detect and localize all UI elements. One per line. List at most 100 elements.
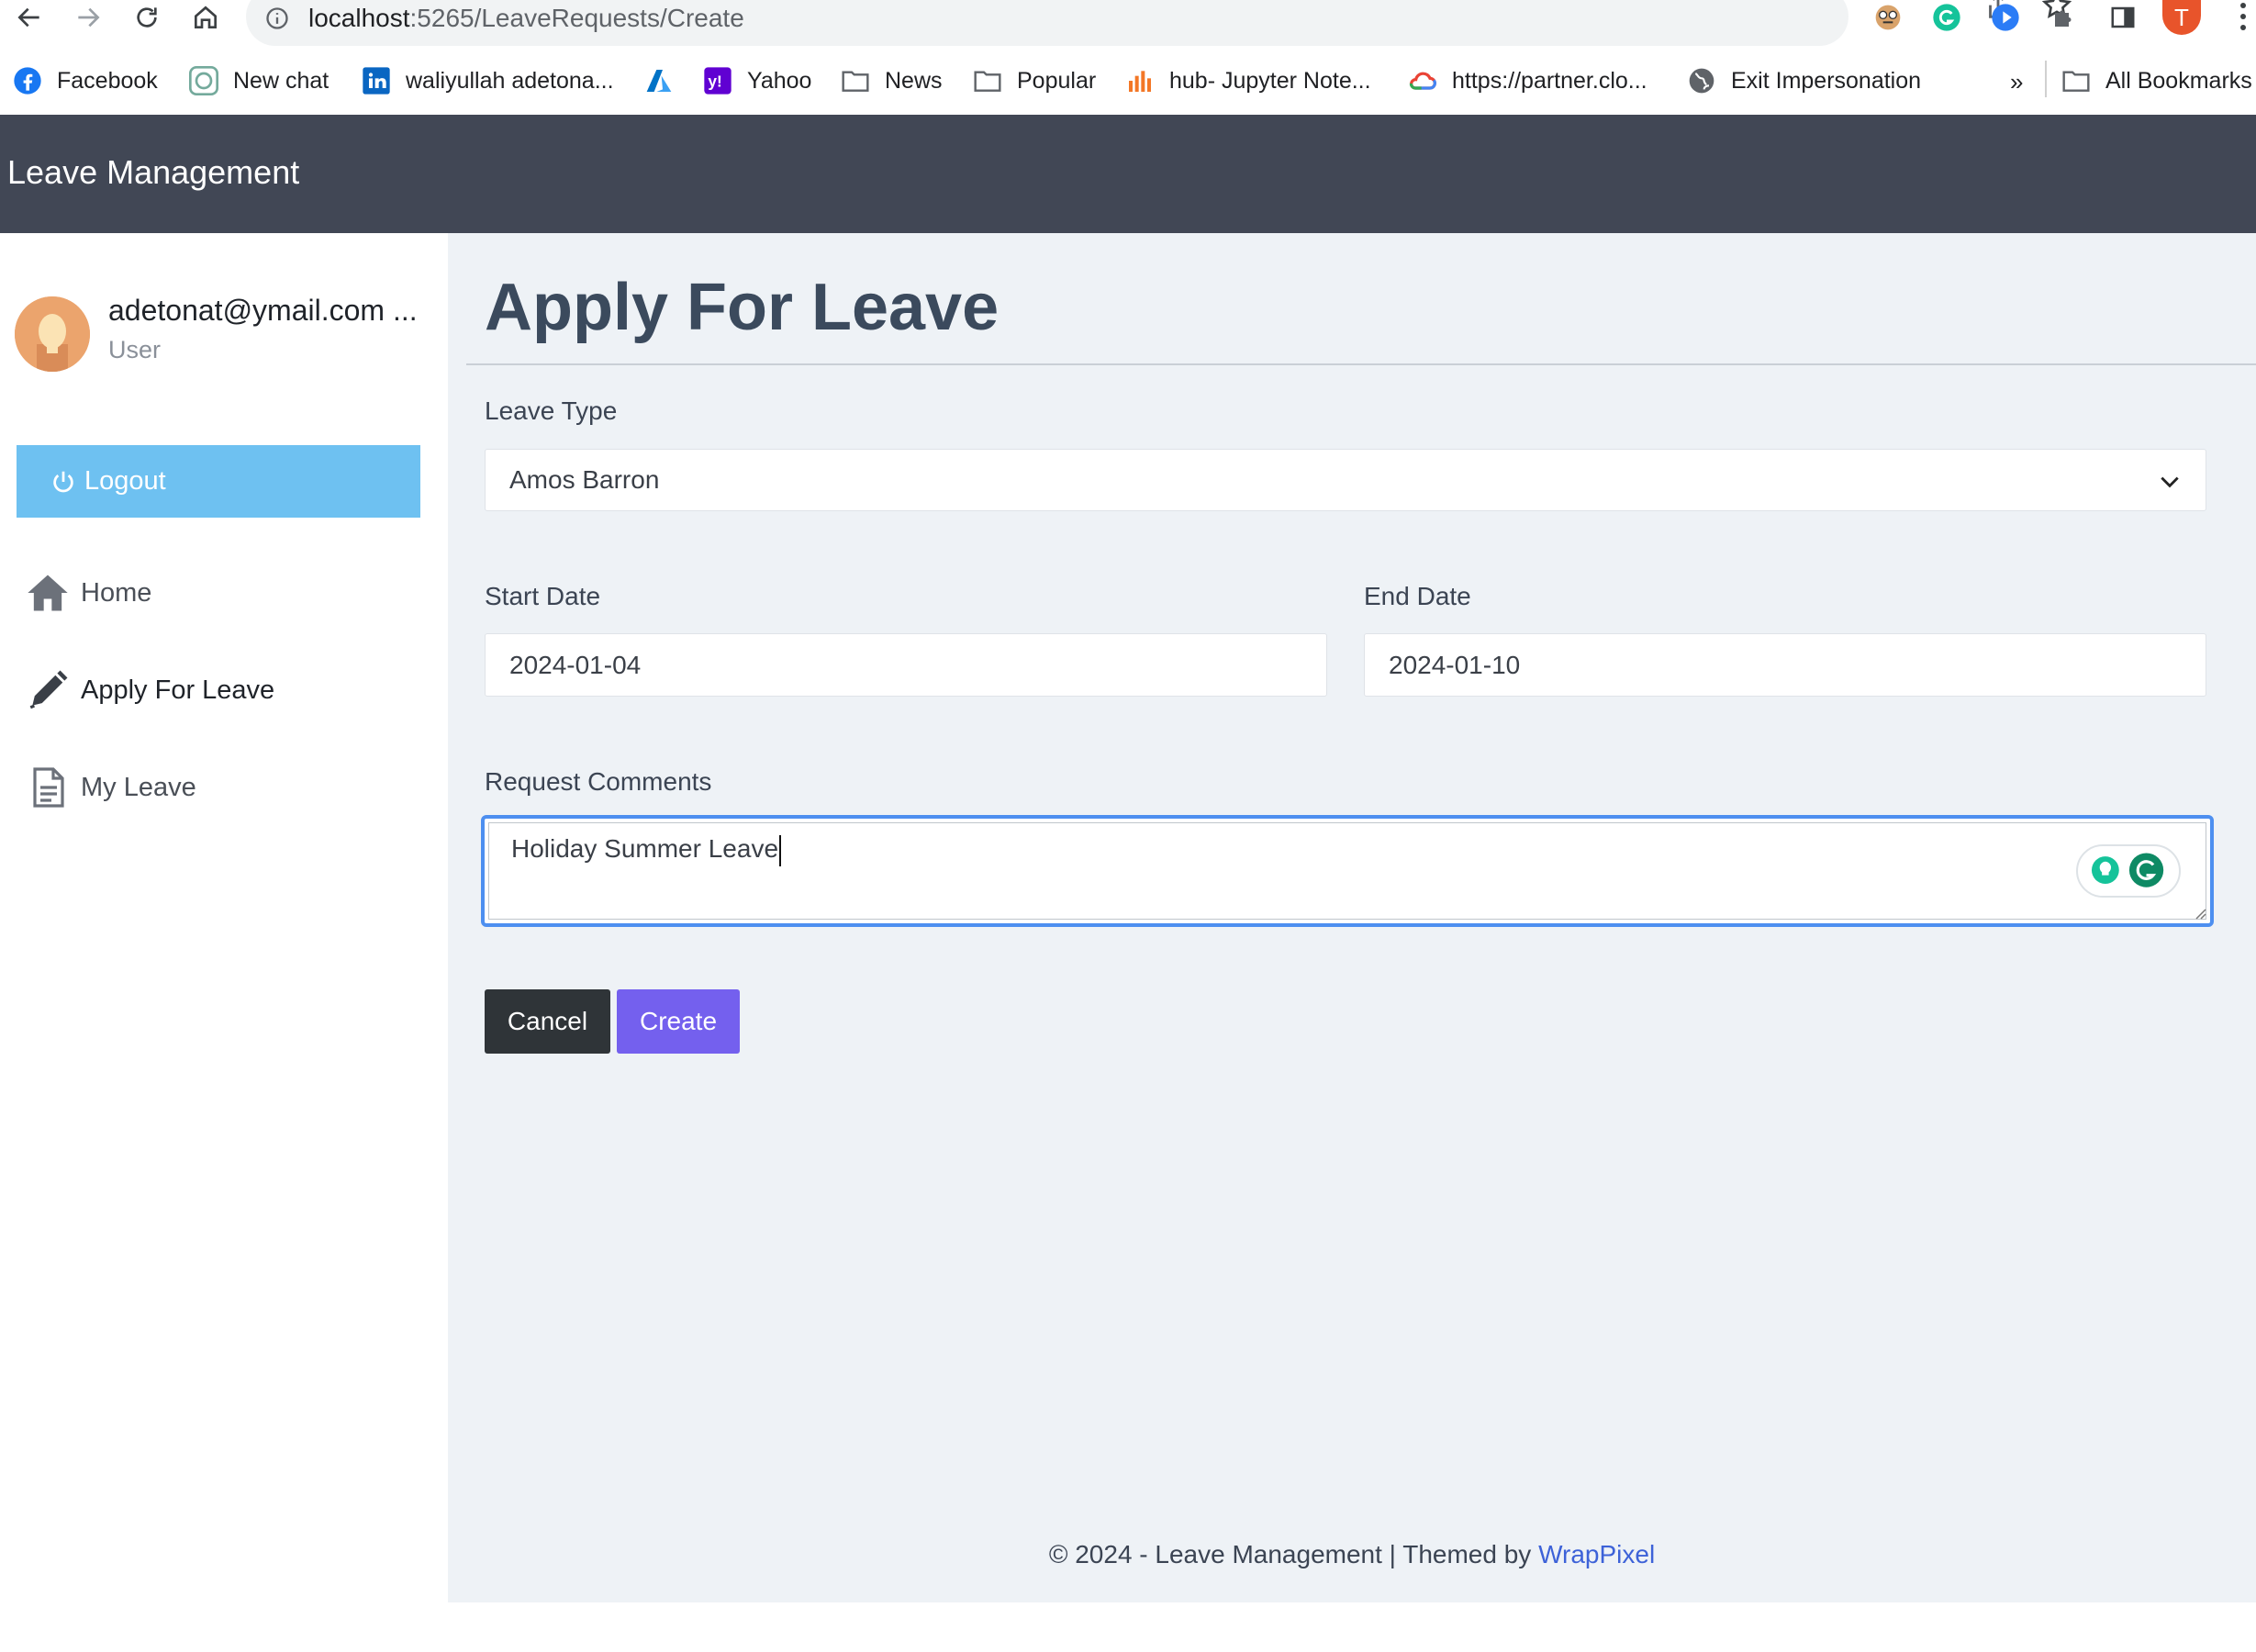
request-comments-textarea[interactable]: Holiday Summer Leave [481, 815, 2214, 927]
bookmark-folder-news[interactable]: News [841, 62, 943, 99]
app-brand[interactable]: Leave Management [7, 153, 299, 192]
sidebar-item-my-leave[interactable]: My Leave [22, 760, 196, 815]
document-icon [33, 767, 64, 808]
bookmark-label: Yahoo [747, 67, 812, 94]
url-text[interactable]: localhost:5265/LeaveRequests/Create [308, 4, 744, 33]
bookmark-label: Facebook [57, 67, 158, 94]
request-comments-value: Holiday Summer Leave [511, 834, 779, 863]
arrow-left-icon [17, 7, 39, 28]
bookmarks-overflow-button[interactable]: » [2010, 68, 2023, 96]
app-topbar: Leave Management [0, 115, 2256, 233]
back-button[interactable] [11, 0, 48, 35]
globe-icon [1689, 68, 1714, 94]
footer-text: © 2024 - Leave Management | Themed by [1048, 1540, 1539, 1568]
page-footer: © 2024 - Leave Management | Themed by Wr… [448, 1540, 2256, 1569]
home-icon [28, 575, 68, 611]
bookmarks-bar: Facebook New chat waliyullah adetona... … [0, 55, 2256, 106]
grammarly-suggestion-icons [2091, 853, 2164, 887]
sidebar-item-apply-for-leave[interactable]: Apply For Leave [22, 663, 274, 718]
jupyter-icon [1129, 71, 1151, 92]
address-bar[interactable]: localhost:5265/LeaveRequests/Create [246, 0, 2072, 46]
reload-button[interactable] [128, 0, 165, 35]
screen-recorder-extension-icon[interactable] [1988, 0, 2023, 35]
side-panel-icon[interactable] [2105, 0, 2140, 35]
user-role: User [108, 336, 162, 363]
folder-icon [842, 71, 869, 92]
bookmark-jupyter[interactable]: hub- Jupyter Note... [1125, 62, 1371, 99]
title-divider [466, 363, 2256, 365]
pencil-icon [29, 670, 68, 709]
request-comments-field[interactable]: Holiday Summer Leave [488, 822, 2206, 920]
text-caret [779, 834, 782, 866]
bookmark-facebook[interactable]: Facebook [13, 62, 158, 99]
sidebar-item-label: Apply For Leave [81, 675, 275, 705]
power-icon [53, 471, 73, 492]
url-path: :5265/LeaveRequests/Create [409, 4, 744, 32]
bookmark-label: News [885, 67, 943, 94]
info-icon[interactable] [264, 6, 290, 31]
bookmark-folder-popular[interactable]: Popular [973, 62, 1096, 99]
cancel-button[interactable]: Cancel [485, 989, 610, 1054]
end-date-input[interactable]: 2024-01-10 [1364, 633, 2206, 697]
home-button[interactable] [187, 0, 224, 35]
start-date-value: 2024-01-04 [509, 650, 642, 679]
yahoo-icon: y! [704, 67, 732, 95]
puzzle-extensions-icon[interactable] [2047, 0, 2082, 35]
grammarly-widget[interactable] [2076, 844, 2181, 898]
linkedin-icon [363, 67, 390, 95]
sidebar-item-label: Home [81, 577, 152, 608]
page-title: Apply For Leave [485, 271, 1000, 344]
chatgpt-icon [189, 66, 218, 95]
folder-icon [974, 71, 1001, 92]
reload-icon [137, 7, 157, 28]
sidebar-item-home[interactable]: Home [22, 565, 151, 620]
all-bookmarks-label: All Bookmarks [2105, 67, 2252, 94]
extension-face-icon[interactable] [1871, 0, 1905, 35]
bookmark-azure[interactable] [644, 62, 688, 99]
bookmark-new-chat[interactable]: New chat [189, 62, 329, 99]
azure-icon [646, 70, 672, 92]
facebook-icon [14, 67, 41, 95]
grammarly-extension-icon[interactable] [1929, 0, 1964, 35]
user-avatar-icon [15, 296, 90, 372]
resize-grip-icon[interactable] [2194, 907, 2206, 920]
google-cloud-icon [1409, 72, 1436, 90]
all-bookmarks-button[interactable]: All Bookmarks [2061, 62, 2252, 99]
leave-type-value: Amos Barron [509, 465, 660, 494]
bookmark-label: hub- Jupyter Note... [1169, 67, 1371, 94]
bookmark-label: waliyullah adetona... [406, 67, 614, 94]
chevron-down-icon [2161, 476, 2179, 488]
sidebar: adetonat@ymail.com ... User Logout Home … [0, 233, 448, 1652]
browser-toolbar: localhost:5265/LeaveRequests/Create T [0, 0, 2256, 46]
forward-button[interactable] [70, 0, 106, 35]
logout-label: Logout [84, 466, 166, 496]
home-outline-icon [195, 6, 217, 28]
create-button[interactable]: Create [617, 989, 740, 1054]
url-host: localhost [308, 4, 410, 32]
bookmark-linkedin[interactable]: waliyullah adetona... [362, 62, 614, 99]
end-date-value: 2024-01-10 [1389, 650, 1521, 679]
bookmark-label: Popular [1017, 67, 1097, 94]
folder-icon [2062, 71, 2090, 92]
start-date-input[interactable]: 2024-01-04 [485, 633, 1327, 697]
start-date-label: Start Date [485, 582, 601, 610]
bookmark-label: Exit Impersonation [1731, 67, 1922, 94]
avatar [15, 296, 90, 372]
svg-text:y!: y! [708, 73, 721, 91]
sidebar-item-label: My Leave [81, 772, 196, 802]
profile-avatar[interactable]: T [2162, 0, 2201, 35]
bookmark-google-cloud[interactable]: https://partner.clo... [1408, 62, 1647, 99]
bookmark-yahoo[interactable]: y! Yahoo [703, 62, 811, 99]
wrappixel-link[interactable]: WrapPixel [1538, 1540, 1655, 1568]
request-comments-label: Request Comments [485, 767, 712, 796]
bookmark-label: New chat [233, 67, 329, 94]
leave-type-select[interactable]: Amos Barron [485, 449, 2206, 511]
bookmark-label: https://partner.clo... [1452, 67, 1647, 94]
logout-button[interactable]: Logout [17, 445, 420, 518]
bookmark-exit-impersonation[interactable]: Exit Impersonation [1687, 62, 1921, 99]
kebab-menu-icon[interactable] [2230, 0, 2256, 35]
main-content: Apply For Leave Leave Type Amos Barron S… [448, 233, 2256, 1602]
user-email: adetonat@ymail.com ... [108, 294, 418, 327]
end-date-label: End Date [1364, 582, 1471, 610]
arrow-right-icon [78, 7, 100, 28]
